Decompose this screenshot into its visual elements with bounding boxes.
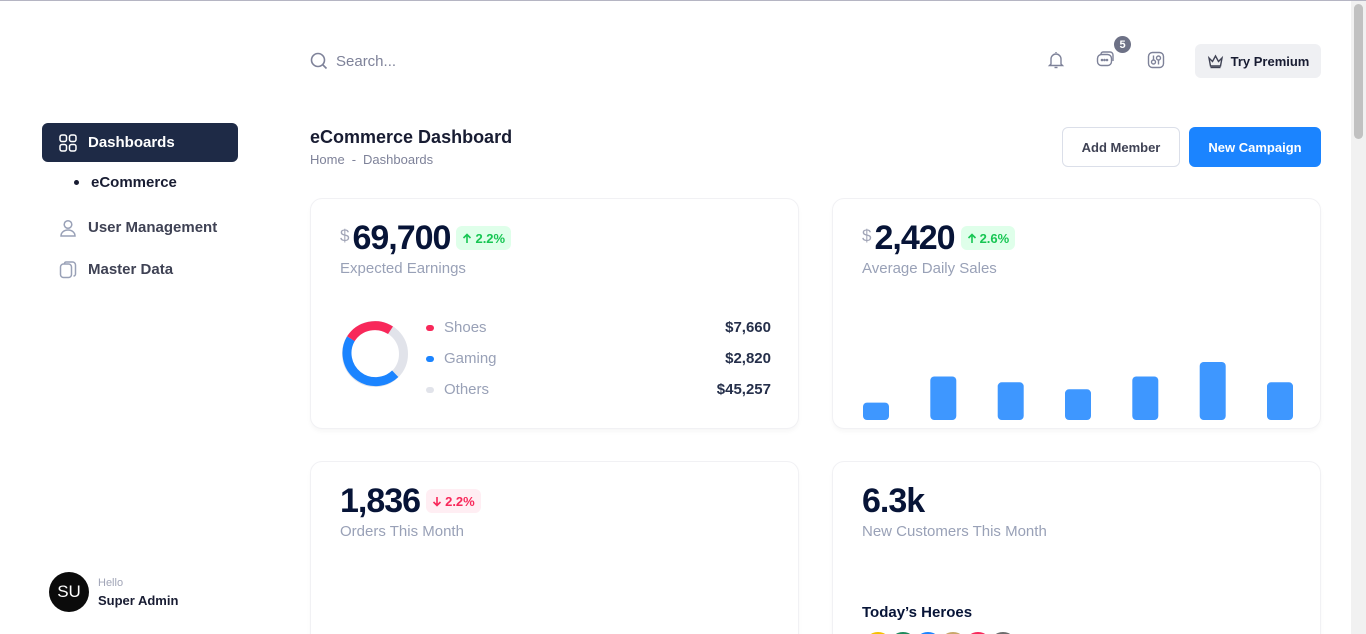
earnings-change-value: 2.2% [475,230,506,246]
search-icon [310,52,328,70]
hero-avatar[interactable] [962,630,994,634]
legend-row-gaming: Gaming $2,820 [426,343,771,374]
legend-value: $2,820 [725,350,771,367]
sidebar-item-label: Dashboards [88,134,175,151]
try-premium-button[interactable]: Try Premium [1195,44,1321,78]
legend-name: Shoes [444,319,487,336]
sidebar-item-master-data[interactable]: Master Data [42,250,238,289]
hero-avatar[interactable] [912,630,944,634]
sales-kpi: $ 2,420 2.6% [862,219,1016,257]
customers-label: New Customers This Month [862,523,1047,540]
user-profile[interactable]: SU Hello Super Admin [49,572,178,612]
customers-value: 6.3k [862,482,925,520]
earnings-legend: Shoes $7,660 Gaming $2,820 Others $45,25… [426,312,771,405]
daily-sales-bar-chart [863,362,1293,420]
try-premium-label: Try Premium [1230,53,1310,69]
crown-icon [1207,54,1224,69]
sales-change-value: 2.6% [979,230,1010,246]
legend-value: $7,660 [725,319,771,336]
donut-segment-gaming [342,336,399,387]
add-member-button[interactable]: Add Member [1062,127,1180,167]
new-campaign-button[interactable]: New Campaign [1189,127,1321,167]
avatar[interactable]: SU [49,572,89,612]
customers-kpi: 6.3k [862,482,925,520]
legend-dot [426,324,434,331]
expected-earnings-card: $ 69,700 2.2% Expected Earnings Shoes $7… [310,198,799,429]
sales-bar [1199,362,1226,420]
heroes-title: Today’s Heroes [862,604,973,621]
legend-row-others: Others $45,257 [426,374,771,405]
sales-bar [1132,376,1159,420]
orders-kpi: 1,836 2.2% [340,482,481,520]
hero-avatar[interactable] [887,630,919,634]
new-customers-card: 6.3k New Customers This Month Today’s He… [832,461,1321,634]
sales-bar [930,376,957,420]
page-title: eCommerce Dashboard [310,127,513,147]
sales-bar [1065,389,1091,420]
breadcrumb-separator: - [351,152,357,167]
legend-name: Gaming [444,350,497,367]
sales-bar [1267,382,1293,420]
scrollbar-thumb[interactable] [1354,4,1363,139]
search-bar [310,49,710,73]
hero-avatar[interactable] [862,630,894,634]
orders-card: 1,836 2.2% Orders This Month [310,461,799,634]
breadcrumb: Home - Dashboards [310,152,433,167]
sales-bar [997,382,1024,420]
sidebar: Dashboards eCommerce User Management Mas… [0,1,260,634]
document-icon [58,260,78,280]
hero-avatar[interactable] [987,630,1019,634]
apps-icon[interactable] [1145,49,1167,71]
orders-change-value: 2.2% [445,493,475,509]
sales-change-badge: 2.6% [960,226,1016,250]
search-input[interactable] [336,52,636,70]
legend-row-shoes: Shoes $7,660 [426,312,771,343]
sales-label: Average Daily Sales [862,260,997,277]
earnings-value: 69,700 [352,219,451,257]
earnings-change-badge: 2.2% [456,226,512,250]
chat-count-badge: 5 [1114,36,1131,53]
orders-value: 1,836 [340,482,421,520]
average-daily-sales-card: $ 2,420 2.6% Average Daily Sales [832,198,1321,429]
sidebar-item-user-management[interactable]: User Management [42,208,238,247]
user-greeting: Hello [98,576,124,589]
sales-bar [863,402,889,420]
scrollbar[interactable] [1351,1,1366,634]
earnings-donut-chart [342,321,408,387]
currency-symbol: $ [340,226,350,245]
user-icon [58,218,78,238]
earnings-label: Expected Earnings [340,260,466,277]
dashboard-grid-icon [58,133,78,153]
legend-name: Others [444,381,490,398]
arrow-down-icon [432,496,442,507]
donut-segment-shoes [347,321,393,342]
sidebar-item-label: Master Data [88,261,174,278]
bullet-icon [74,180,79,185]
notification-bell-icon[interactable] [1045,49,1067,71]
orders-change-badge: 2.2% [426,489,481,513]
sidebar-subitem-ecommerce[interactable]: eCommerce [74,174,177,191]
earnings-kpi: $ 69,700 2.2% [340,219,512,257]
chat-icon[interactable] [1094,49,1116,71]
heroes-avatar-group [862,630,1019,634]
arrow-up-icon [462,232,472,244]
sidebar-item-label: User Management [88,219,218,236]
user-name: Super Admin [98,592,179,608]
sidebar-subitem-label: eCommerce [91,174,177,191]
sales-value: 2,420 [874,219,955,257]
legend-dot [426,355,434,362]
breadcrumb-dashboards[interactable]: Dashboards [363,152,433,167]
legend-dot [426,386,434,393]
orders-label: Orders This Month [340,523,464,540]
legend-value: $45,257 [716,381,771,398]
breadcrumb-home[interactable]: Home [310,152,345,167]
arrow-up-icon [967,232,977,244]
currency-symbol: $ [862,226,872,245]
hero-avatar[interactable] [937,630,969,634]
sidebar-item-dashboards[interactable]: Dashboards [42,123,238,162]
